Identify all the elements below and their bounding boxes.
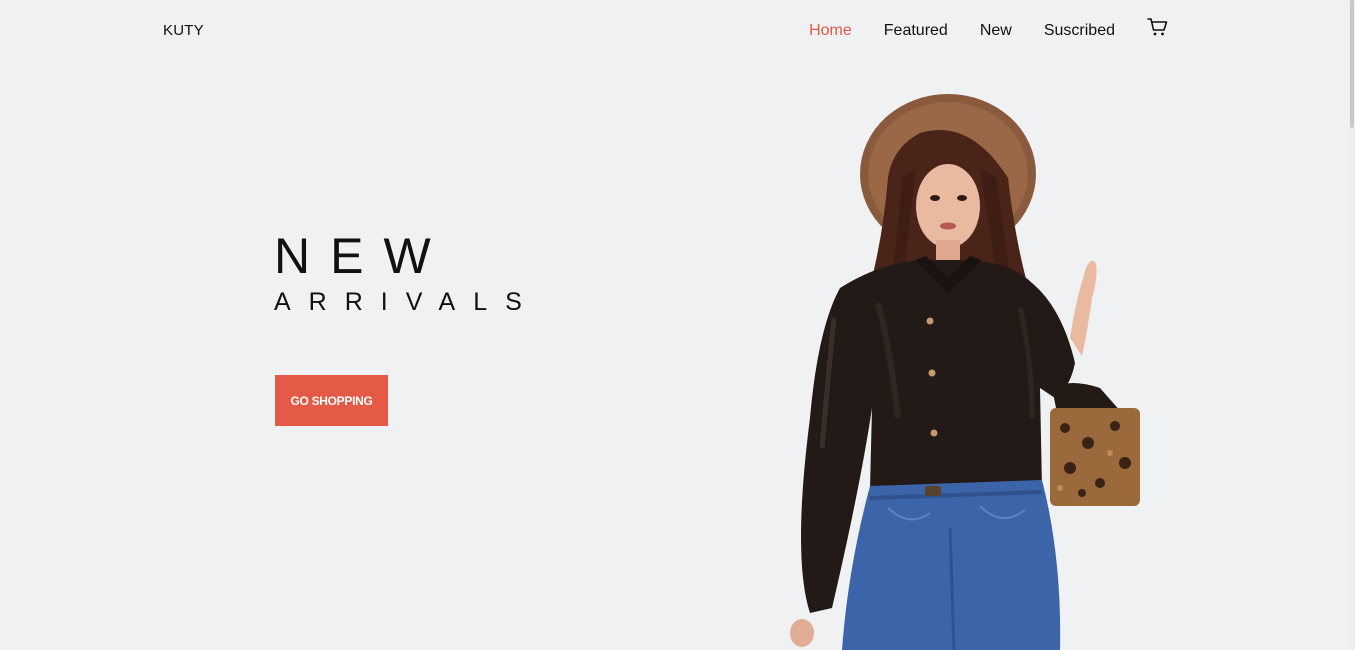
main-nav: Home Featured New Suscribed (809, 18, 1169, 44)
hero-title: NEW (274, 228, 451, 284)
hero-subtitle: ARRIVALS (274, 288, 540, 316)
scrollbar-track[interactable] (1349, 0, 1355, 650)
nav-item-home[interactable]: Home (809, 18, 852, 44)
hero-model-image (790, 94, 1140, 650)
scrollbar-thumb[interactable] (1350, 0, 1354, 128)
nav-item-new[interactable]: New (980, 18, 1012, 44)
page: KUTY Home Featured New Suscribed NEW ARR… (0, 0, 1355, 650)
go-shopping-button[interactable]: GO SHOPPING (275, 375, 388, 426)
nav-item-suscribed[interactable]: Suscribed (1044, 18, 1115, 44)
brand-logo[interactable]: KUTY (163, 22, 204, 39)
nav-item-featured[interactable]: Featured (884, 18, 948, 44)
cart-icon[interactable] (1147, 16, 1169, 38)
